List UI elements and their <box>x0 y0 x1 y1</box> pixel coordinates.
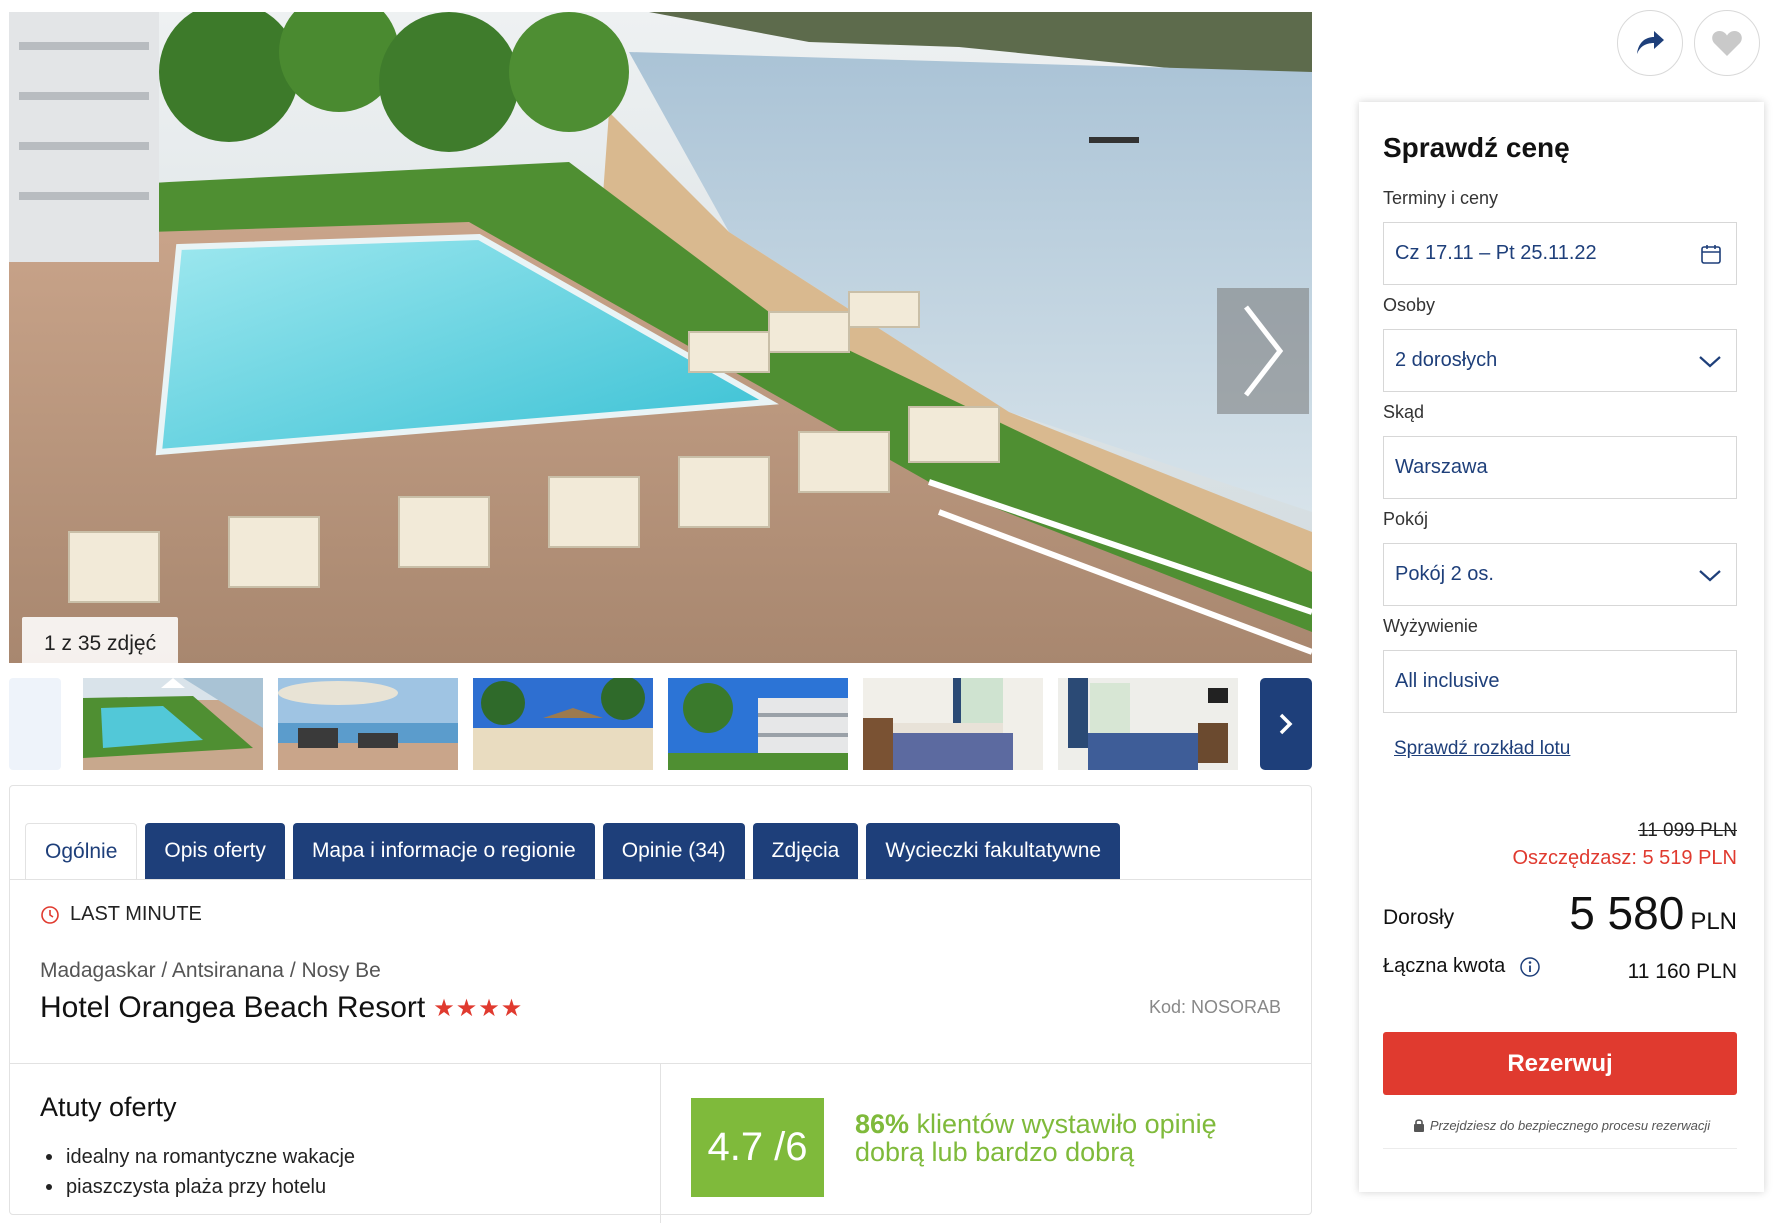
room-select[interactable]: Pokój 2 os. <box>1383 543 1737 606</box>
board-value: All inclusive <box>1395 670 1500 692</box>
resort-pool-photo <box>9 12 1312 663</box>
thumbnail-hotel-building[interactable] <box>668 678 848 770</box>
adult-price-currency: PLN <box>1690 908 1737 935</box>
thumbnail-terrace[interactable] <box>278 678 458 770</box>
secure-note-text: Przejdziesz do bezpiecznego procesu reze… <box>1429 1118 1711 1133</box>
rating-percent: 86% <box>855 1109 910 1139</box>
tab-bar: Ogólnie Opis oferty Mapa i informacje o … <box>25 823 1128 879</box>
total-price-value: 11 160 PLN <box>1627 960 1737 983</box>
persons-label: Osoby <box>1383 295 1436 315</box>
dates-value: Cz 17.11 – Pt 25.11.22 <box>1395 242 1597 264</box>
heart-icon <box>1712 31 1742 56</box>
thumbnail-room[interactable] <box>1058 678 1238 770</box>
offer-info-panel: Ogólnie Opis oferty Mapa i informacje o … <box>9 785 1312 1223</box>
thumbnails-next-button[interactable] <box>1260 678 1312 770</box>
departure-field[interactable]: Warszawa <box>1383 436 1737 499</box>
lock-icon <box>1413 1119 1424 1132</box>
thumbnail-placeholder <box>9 678 61 770</box>
share-arrow-icon <box>1637 31 1664 54</box>
last-minute-label: LAST MINUTE <box>70 903 202 925</box>
chevron-right-icon <box>1279 713 1293 735</box>
adult-price-label: Dorosły <box>1383 906 1455 929</box>
offer-code: Kod: NOSORAB <box>1148 997 1281 1017</box>
list-item: piaszczysta plaża przy hotelu <box>46 1172 355 1202</box>
location-breadcrumb: Madagaskar / Antsiranana / Nosy Be <box>40 959 381 982</box>
thumbnail-strip <box>9 678 1312 770</box>
hotel-name: Hotel Orangea Beach Resort <box>40 991 426 1024</box>
calendar-icon <box>1701 245 1721 264</box>
adult-price: 5 580 PLN <box>1569 886 1737 940</box>
favorite-button[interactable] <box>1694 10 1760 76</box>
dates-field[interactable]: Cz 17.11 – Pt 25.11.22 <box>1383 222 1737 285</box>
share-button[interactable] <box>1617 10 1683 76</box>
thumbnail-bedroom[interactable] <box>863 678 1043 770</box>
photo-counter: 1 z 35 zdjęć <box>22 617 179 663</box>
flight-schedule-link[interactable]: Sprawdź rozkład lotu <box>1394 738 1570 760</box>
list-item: idealny na romantyczne wakacje <box>46 1142 355 1172</box>
departure-value: Warszawa <box>1395 456 1488 478</box>
rating-score: 4.7 /6 <box>691 1098 824 1197</box>
tab-reviews[interactable]: Opinie (34) <box>602 823 745 879</box>
chevron-right-icon <box>1244 305 1284 397</box>
rating-summary: 86% klientów wystawiło opinię dobrą lub … <box>855 1110 1245 1166</box>
thumbnail-pool[interactable] <box>83 678 263 770</box>
thumbnail-beach[interactable] <box>473 678 653 770</box>
total-label-text: Łączna kwota <box>1383 955 1506 977</box>
savings-amount: Oszczędzasz: 5 519 PLN <box>1512 847 1737 869</box>
from-label: Skąd <box>1383 402 1425 422</box>
tab-photos[interactable]: Zdjęcia <box>752 823 859 879</box>
tab-excursions[interactable]: Wycieczki fakultatywne <box>866 823 1121 879</box>
tab-map-region[interactable]: Mapa i informacje o regionie <box>292 823 595 879</box>
book-button[interactable]: Rezerwuj <box>1383 1032 1737 1095</box>
rating-summary-text: klientów wystawiło opinię dobrą lub bard… <box>855 1109 1217 1167</box>
chevron-down-icon <box>1699 570 1721 582</box>
hotel-title: Hotel Orangea Beach Resort ★★★★ <box>40 991 523 1025</box>
secure-booking-note: Przejdziesz do bezpiecznego procesu reze… <box>1359 1118 1764 1133</box>
dates-label: Terminy i ceny <box>1383 188 1499 208</box>
main-photo[interactable]: 1 z 35 zdjęć <box>9 12 1312 663</box>
perks-list: idealny na romantyczne wakacje piaszczys… <box>46 1142 355 1202</box>
info-icon[interactable] <box>1519 956 1541 978</box>
persons-select[interactable]: 2 dorosłych <box>1383 329 1737 392</box>
clock-icon <box>41 905 59 924</box>
star-rating: ★★★★ <box>433 994 524 1022</box>
total-price-label: Łączna kwota <box>1383 955 1541 978</box>
room-label: Pokój <box>1383 509 1429 529</box>
board-label: Wyżywienie <box>1383 616 1478 636</box>
board-field[interactable]: All inclusive <box>1383 650 1737 713</box>
price-card-title: Sprawdź cenę <box>1383 132 1570 163</box>
persons-value: 2 dorosłych <box>1395 349 1498 371</box>
next-photo-button[interactable] <box>1217 288 1309 414</box>
adult-price-amount: 5 580 <box>1569 887 1685 939</box>
column-divider <box>660 1063 661 1223</box>
card-divider <box>1383 1148 1737 1149</box>
price-card: Sprawdź cenę Terminy i ceny Cz 17.11 – P… <box>1359 102 1764 1192</box>
perks-title: Atuty oferty <box>40 1092 177 1122</box>
last-minute-badge: LAST MINUTE <box>40 903 202 926</box>
room-value: Pokój 2 os. <box>1395 563 1494 585</box>
tabs-divider <box>10 879 1311 880</box>
old-price: 11 099 PLN <box>1638 820 1737 841</box>
chevron-down-icon <box>1699 356 1721 368</box>
tab-offer-description[interactable]: Opis oferty <box>145 823 285 879</box>
tab-overview[interactable]: Ogólnie <box>25 823 138 879</box>
